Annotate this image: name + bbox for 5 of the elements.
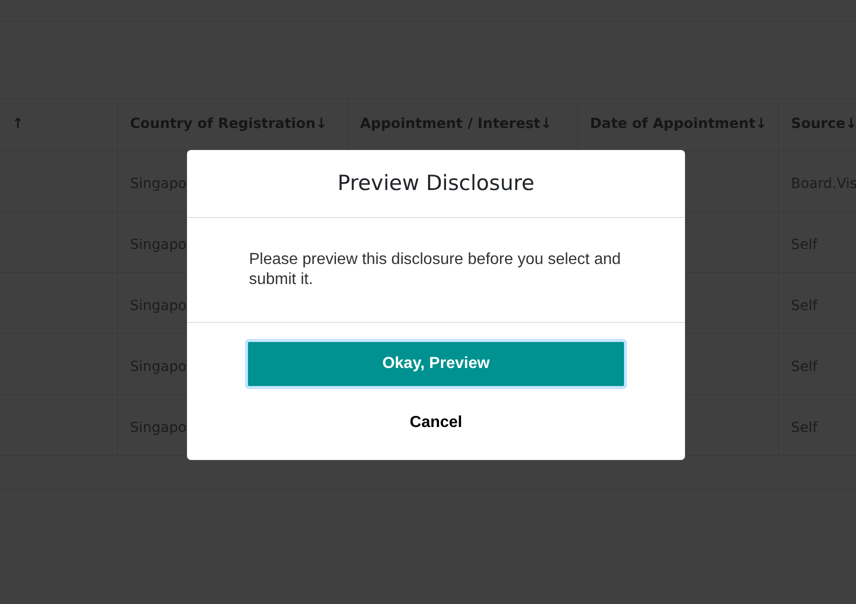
dialog-message: Please preview this disclosure before you select and submit it.	[249, 250, 622, 290]
preview-button[interactable]: Okay, Preview	[245, 339, 627, 389]
dialog-title: Preview Disclosure	[338, 170, 534, 197]
cancel-button[interactable]: Cancel	[402, 407, 470, 439]
column-header[interactable]: ↑	[12, 114, 24, 135]
